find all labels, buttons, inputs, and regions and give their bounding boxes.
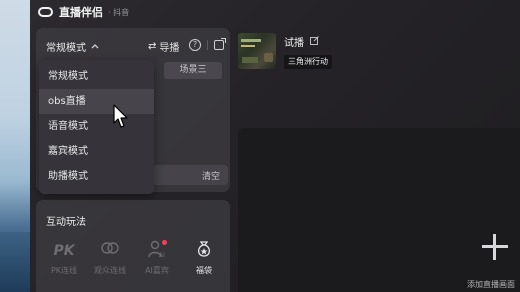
thumb-detail (241, 39, 261, 42)
pk-link-label: PK连线 (50, 266, 78, 275)
title-bar: 直播伴侣 · 抖音 (30, 0, 520, 24)
ai-guest-icon: AI (135, 240, 179, 262)
edit-icon[interactable] (310, 35, 319, 48)
app-window: 直播伴侣 · 抖音 常规模式 ⇄ 导播 ? 场景三 清空 常规模式 obs直播 (30, 0, 520, 292)
desktop-wallpaper (0, 0, 30, 292)
menu-item-obs-live[interactable]: obs直播 (39, 89, 154, 114)
ai-guest-label: AI嘉宾 (145, 266, 169, 275)
app-title: 直播伴侣 (59, 6, 103, 19)
notification-dot (162, 240, 167, 245)
audience-link-icon (88, 240, 132, 262)
chevron-up-icon (91, 42, 99, 51)
svg-text:AI: AI (159, 252, 165, 258)
stream-title-text: 试播 (284, 38, 304, 49)
help-icon[interactable]: ? (189, 39, 201, 51)
mouse-cursor-icon (113, 104, 128, 128)
mode-selector[interactable]: 常规模式 (46, 39, 99, 54)
menu-item-assistant-mode[interactable]: 助播模式 (39, 164, 154, 189)
menu-item-voice-mode[interactable]: 语音模式 (39, 114, 154, 139)
stream-cover-thumbnail[interactable] (238, 33, 276, 69)
audience-link-label: 观众连线 (94, 266, 126, 275)
popout-icon[interactable] (214, 38, 226, 50)
lucky-bag-label: 福袋 (196, 266, 212, 275)
guide-button[interactable]: ⇄ 导播 (148, 39, 179, 54)
clear-field: 清空 (152, 165, 228, 185)
stream-title: 试播 (284, 34, 319, 49)
thumb-detail (242, 57, 258, 63)
add-live-scene-label: 添加直播画面 (467, 280, 515, 289)
tab-scene-three[interactable]: 场景三 (164, 62, 222, 79)
pk-link-button[interactable]: PK PK连线 (42, 240, 86, 276)
lucky-bag-icon (182, 240, 226, 262)
live-preview-area[interactable] (238, 128, 520, 292)
wallpaper-hill (0, 232, 30, 292)
header-divider (207, 40, 208, 50)
swap-icon: ⇄ (148, 41, 157, 52)
clear-button[interactable]: 清空 (202, 169, 220, 182)
game-category-tag[interactable]: 三角洲行动 (284, 55, 332, 69)
thumb-detail (241, 45, 255, 47)
menu-item-regular-mode[interactable]: 常规模式 (39, 64, 154, 89)
platform-label: · 抖音 (108, 7, 130, 17)
interactive-play-panel: 互动玩法 PK PK连线 观众连线 AI AI嘉宾 福袋 (36, 200, 230, 292)
menu-item-guest-mode[interactable]: 嘉宾模式 (39, 139, 154, 164)
lucky-bag-button[interactable]: 福袋 (182, 240, 226, 276)
audience-link-button[interactable]: 观众连线 (88, 240, 132, 276)
scene-panel-header: 常规模式 ⇄ 导播 ? (36, 28, 230, 62)
pk-icon: PK (53, 243, 75, 259)
guide-label: 导播 (159, 43, 180, 54)
mode-selector-label: 常规模式 (46, 43, 86, 54)
thumb-detail (264, 53, 273, 62)
ai-guest-button[interactable]: AI AI嘉宾 (135, 240, 179, 276)
app-logo-icon (38, 7, 53, 17)
interactive-play-title: 互动玩法 (46, 217, 86, 228)
mode-dropdown-menu: 常规模式 obs直播 语音模式 嘉宾模式 助播模式 (39, 60, 154, 194)
add-icon[interactable] (480, 232, 510, 262)
